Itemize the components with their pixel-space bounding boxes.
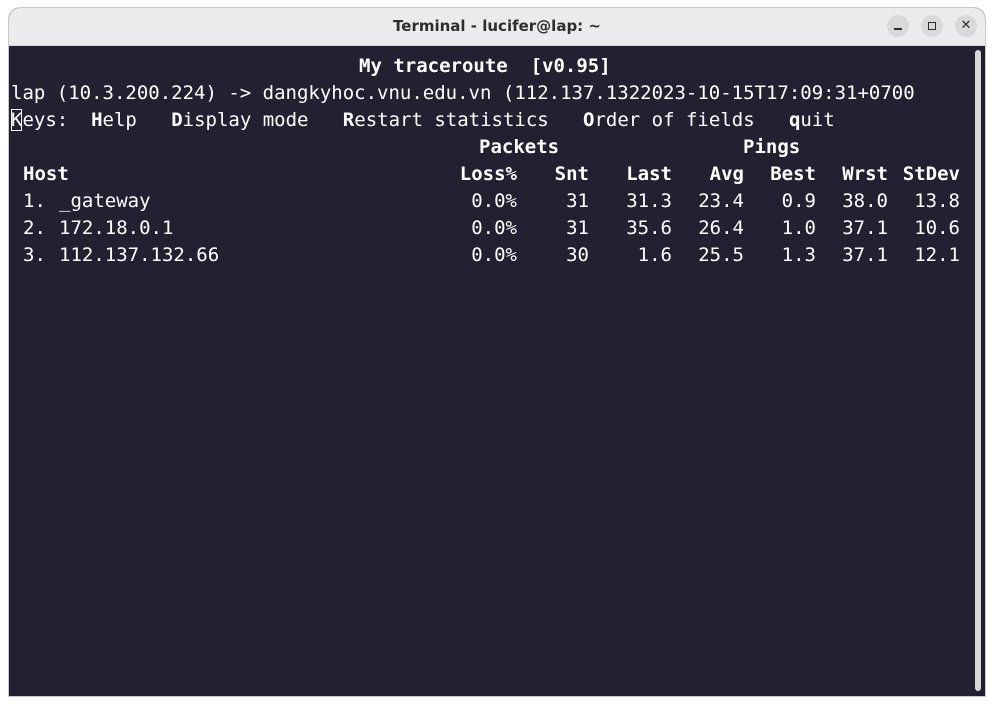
avg-column-header: Avg: [709, 163, 744, 185]
hop-number: 2.: [23, 217, 46, 239]
hop-best: 0.9: [781, 190, 816, 212]
hop-snt: 31: [566, 217, 589, 239]
hop-stdev: 13.8: [914, 190, 960, 212]
hop-loss: 0.0%: [471, 217, 517, 239]
minimize-button[interactable]: [887, 15, 909, 37]
hop-avg: 26.4: [698, 217, 744, 239]
hop-wrst: 38.0: [842, 190, 888, 212]
pings-group-header: Pings: [743, 136, 801, 158]
close-button[interactable]: ✕: [955, 15, 977, 37]
hop-snt: 31: [566, 190, 589, 212]
hop-avg: 25.5: [698, 244, 744, 266]
best-column-header: Best: [770, 163, 816, 185]
order-of-fields-key[interactable]: O: [583, 109, 594, 131]
table-row: 1. _gateway 0.0% 31 31.3 23.4 0.9 38.0 1…: [9, 188, 973, 215]
help-key[interactable]: H: [91, 109, 102, 131]
hop-avg: 23.4: [698, 190, 744, 212]
hop-snt: 30: [566, 244, 589, 266]
order-of-fields-label: rder of fields: [594, 109, 789, 131]
restart-statistics-key[interactable]: R: [343, 109, 354, 131]
hop-wrst: 37.1: [842, 217, 888, 239]
restart-statistics-label: estart statistics: [354, 109, 584, 131]
quit-key[interactable]: q: [789, 109, 800, 131]
hop-host: 172.18.0.1: [59, 217, 174, 239]
keys-line: Keys: Help Display mode Restart statisti…: [11, 107, 835, 134]
column-headers: Host Loss% Snt Last Avg Best Wrst StDev: [9, 161, 973, 188]
minimize-icon: [894, 28, 902, 30]
window-title: Terminal - lucifer@lap: ~: [393, 17, 601, 35]
hop-wrst: 37.1: [842, 244, 888, 266]
mtr-header: My traceroute [v0.95]: [359, 55, 611, 77]
title-bar[interactable]: Terminal - lucifer@lap: ~ ✕: [9, 8, 985, 46]
hop-host: 112.137.132.66: [59, 244, 220, 266]
last-column-header: Last: [626, 163, 672, 185]
hop-stdev: 10.6: [914, 217, 960, 239]
terminal-window: Terminal - lucifer@lap: ~ ✕ My tracerout…: [9, 8, 985, 696]
hop-last: 1.6: [637, 244, 672, 266]
packets-group-header: Packets: [479, 136, 560, 158]
maximize-icon: [928, 22, 936, 30]
hop-number: 1.: [23, 190, 46, 212]
snt-column-header: Snt: [554, 163, 589, 185]
display-mode-label: isplay mode: [182, 109, 343, 131]
hop-loss: 0.0%: [471, 244, 517, 266]
quit-label: uit: [800, 109, 835, 131]
display-mode-key[interactable]: D: [171, 109, 182, 131]
maximize-button[interactable]: [921, 15, 943, 37]
hop-best: 1.0: [781, 217, 816, 239]
stdev-column-header: StDev: [902, 163, 960, 185]
route-line: lap (10.3.200.224) -> dangkyhoc.vnu.edu.…: [11, 82, 915, 104]
wrst-column-header: Wrst: [842, 163, 888, 185]
scrollbar[interactable]: [975, 50, 981, 691]
hop-best: 1.3: [781, 244, 816, 266]
keys-label: eys:: [22, 109, 92, 131]
host-column-header: Host: [23, 163, 69, 185]
text-cursor: K: [11, 109, 23, 131]
loss-column-header: Loss%: [459, 163, 517, 185]
hop-loss: 0.0%: [471, 190, 517, 212]
terminal-content[interactable]: My traceroute [v0.95] lap (10.3.200.224)…: [9, 46, 973, 696]
hop-last: 31.3: [626, 190, 672, 212]
close-icon: ✕: [960, 18, 972, 33]
help-key-label: elp: [102, 109, 172, 131]
hop-stdev: 12.1: [914, 244, 960, 266]
table-row: 2. 172.18.0.1 0.0% 31 35.6 26.4 1.0 37.1…: [9, 215, 973, 242]
hop-host: _gateway: [59, 190, 151, 212]
hop-number: 3.: [23, 244, 46, 266]
table-row: 3. 112.137.132.66 0.0% 30 1.6 25.5 1.3 3…: [9, 242, 973, 269]
hop-last: 35.6: [626, 217, 672, 239]
